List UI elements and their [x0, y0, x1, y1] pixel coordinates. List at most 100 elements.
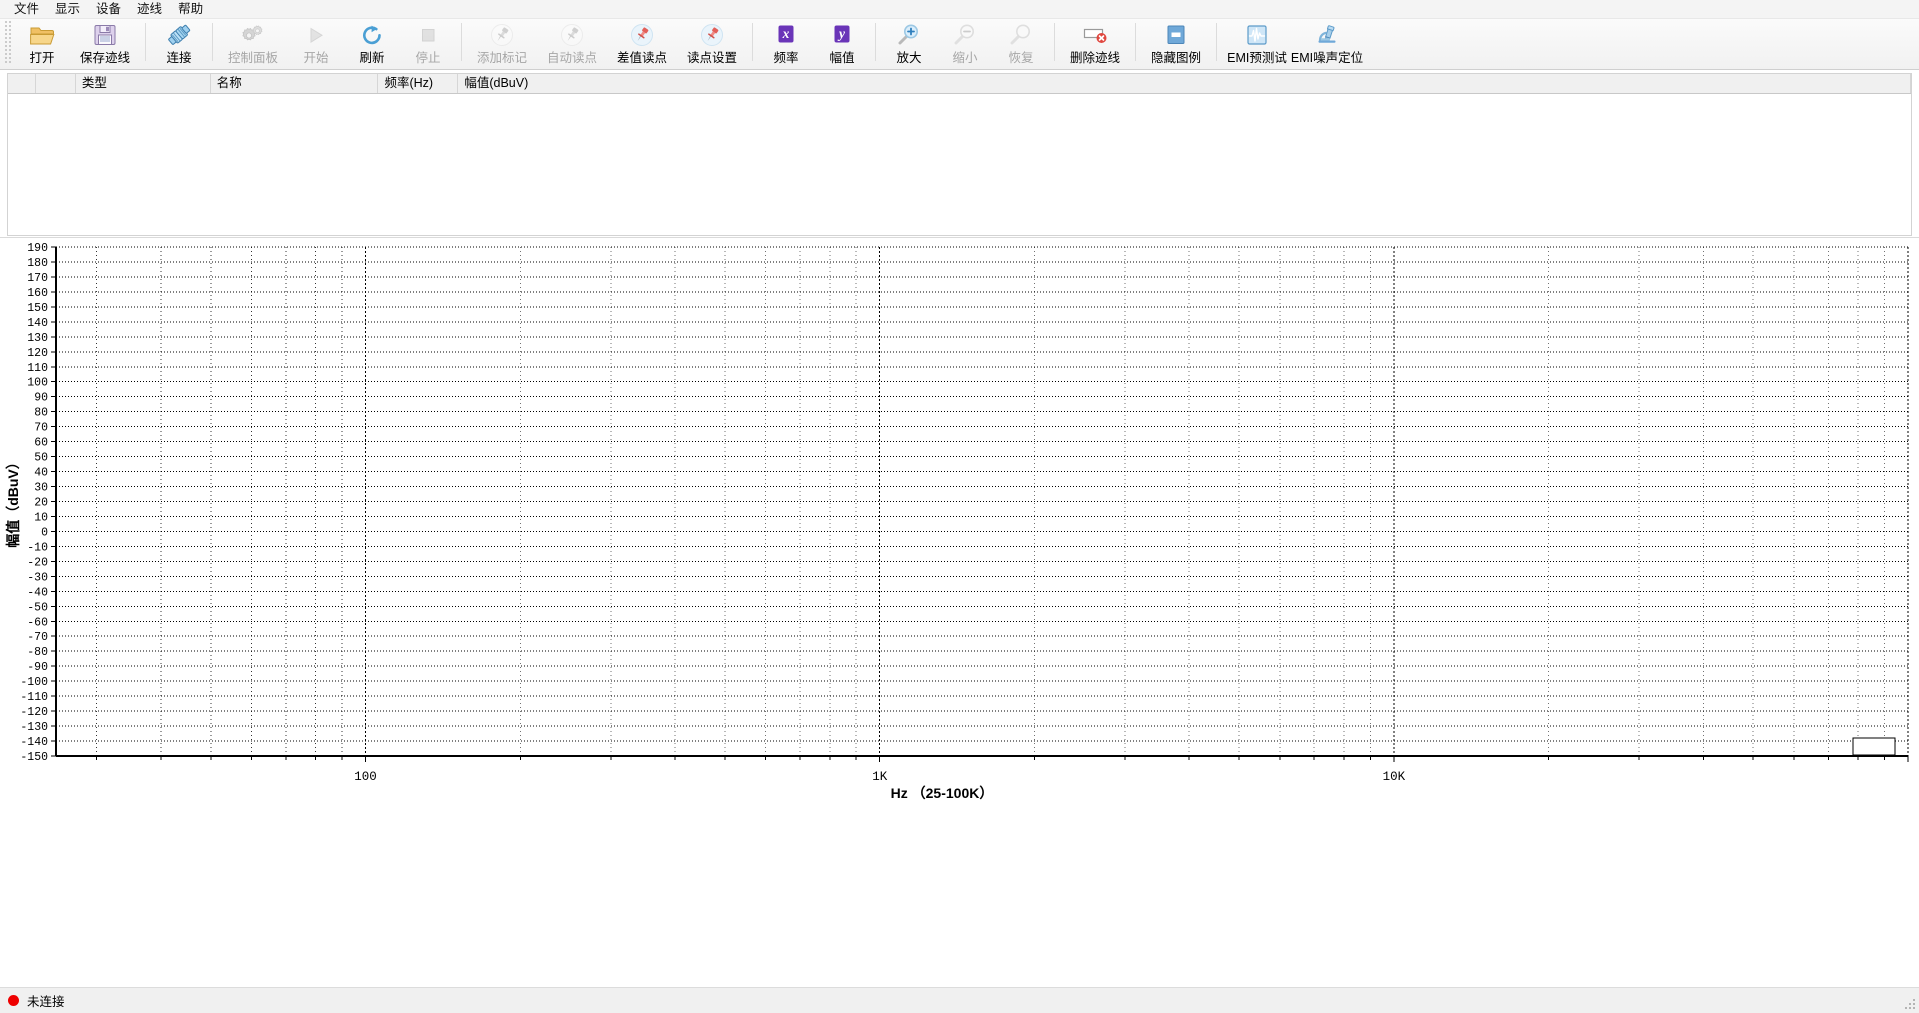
toolbar-button-gears: 控制面板: [218, 19, 288, 67]
toolbar-button-refresh[interactable]: 刷新: [344, 19, 400, 67]
svg-text:10: 10: [34, 511, 48, 524]
table-column-header[interactable]: 类型: [76, 74, 211, 93]
toolbar-button-label: 控制面板: [227, 51, 278, 65]
refresh-icon: [344, 22, 400, 48]
toolbar-button-label: 开始: [303, 51, 329, 65]
menu-trace[interactable]: 迹线: [129, 0, 170, 18]
toolbar-button-stop: 停止: [400, 19, 456, 67]
svg-text:70: 70: [34, 422, 48, 435]
svg-text:120: 120: [27, 347, 48, 360]
floppy-save-icon: [70, 22, 140, 48]
menu-help[interactable]: 帮助: [170, 0, 211, 18]
connection-status-indicator-icon: [8, 995, 19, 1006]
svg-text:150: 150: [27, 302, 48, 315]
svg-text:40: 40: [34, 467, 48, 480]
toolbar-button-label: EMI噪声定位: [1290, 51, 1364, 65]
svg-text:-150: -150: [20, 751, 48, 764]
toolbar-button-label: 放大: [896, 51, 922, 65]
toolbar-button-label: 连接: [166, 51, 192, 65]
toolbar-drag-grip[interactable]: [3, 21, 12, 65]
microscope-icon: [1292, 22, 1362, 48]
menu-file[interactable]: 文件: [6, 0, 47, 18]
table-column-header[interactable]: [36, 74, 76, 93]
svg-text:60: 60: [34, 437, 48, 450]
chart-ticks: [51, 246, 1909, 762]
svg-text:100: 100: [354, 770, 377, 784]
plug-connect-icon: [151, 22, 207, 48]
chart-gridlines: [56, 246, 1909, 757]
svg-text:-50: -50: [27, 601, 48, 614]
svg-text:30: 30: [34, 482, 48, 495]
svg-text:-120: -120: [20, 706, 48, 719]
svg-text:-140: -140: [20, 736, 48, 749]
svg-text:180: 180: [27, 257, 48, 270]
stop-icon: [400, 22, 456, 48]
toolbar-button-floppy-save[interactable]: 保存迹线: [70, 19, 140, 67]
svg-text:190: 190: [27, 242, 48, 255]
pin-grey-icon: [537, 22, 607, 48]
toolbar-separator: [1054, 23, 1055, 61]
menu-view[interactable]: 显示: [47, 0, 88, 18]
toolbar-button-play: 开始: [288, 19, 344, 67]
toolbar-button-label: 隐藏图例: [1150, 51, 1201, 65]
svg-text:10K: 10K: [1383, 770, 1406, 784]
table-header-row: 类型 名称 频率(Hz) 幅值(dBuV): [8, 74, 1911, 94]
svg-text:-90: -90: [27, 661, 48, 674]
toolbar-separator: [1135, 23, 1136, 61]
table-body[interactable]: [8, 94, 1911, 235]
toolbar-button-label: 恢复: [1008, 51, 1034, 65]
toolbar-button-pin-red[interactable]: 差值读点: [607, 19, 677, 67]
svg-text:-10: -10: [27, 541, 48, 554]
toolbar-button-axis-x[interactable]: x 频率: [758, 19, 814, 67]
svg-text:1K: 1K: [872, 770, 888, 784]
svg-text:130: 130: [27, 332, 48, 345]
toolbar-button-delete-trace[interactable]: 删除迹线: [1060, 19, 1130, 67]
resize-grip-icon[interactable]: [1903, 997, 1917, 1011]
toolbar-button-pin-red[interactable]: 读点设置: [677, 19, 747, 67]
toolbar-separator: [461, 23, 462, 61]
axis-x-icon: x: [758, 22, 814, 48]
toolbar-button-hide-legend[interactable]: 隐藏图例: [1141, 19, 1211, 67]
svg-text:-130: -130: [20, 721, 48, 734]
toolbar-button-folder-open[interactable]: 打开: [14, 19, 70, 67]
toolbar-button-microscope[interactable]: EMI噪声定位: [1290, 19, 1364, 67]
pin-grey-icon: [467, 22, 537, 48]
toolbar-button-axis-y[interactable]: y 幅值: [814, 19, 870, 67]
connection-status-label: 未连接: [27, 995, 65, 1009]
toolbar-button-zoom-in[interactable]: 放大: [881, 19, 937, 67]
svg-text:0: 0: [41, 526, 48, 539]
svg-text:50: 50: [34, 452, 48, 465]
toolbar-button-label: 缩小: [952, 51, 978, 65]
menu-bar: 文件 显示 设备 迹线 帮助: [0, 0, 1919, 19]
table-column-header[interactable]: 名称: [211, 74, 379, 93]
chart-canvas[interactable]: 1901801701601501401301201101009080706050…: [0, 238, 1919, 998]
gears-icon: [218, 22, 288, 48]
svg-text:y: y: [837, 26, 846, 41]
svg-text:80: 80: [34, 407, 48, 420]
play-icon: [288, 22, 344, 48]
chart-legend-box[interactable]: [1852, 737, 1896, 756]
toolbar-button-emi-pretest[interactable]: EMI预测试: [1222, 19, 1292, 67]
toolbar-button-zoom-out: 缩小: [937, 19, 993, 67]
svg-text:170: 170: [27, 272, 48, 285]
marker-list-panel[interactable]: 类型 名称 频率(Hz) 幅值(dBuV): [7, 73, 1912, 236]
table-column-header[interactable]: [8, 74, 36, 93]
table-column-header[interactable]: 频率(Hz): [378, 74, 459, 93]
zoom-reset-icon: [993, 22, 1049, 48]
spectrum-chart[interactable]: 190 180 170 160 150 140 130 120 110 100 90 80 70 60 50…: [0, 237, 1919, 998]
svg-text:140: 140: [27, 317, 48, 330]
menu-device[interactable]: 设备: [88, 0, 129, 18]
toolbar-button-pin-grey: 添加标记: [467, 19, 537, 67]
hide-legend-icon: [1141, 22, 1211, 48]
toolbar: 打开 保存迹线 连接 控制面板 开始 刷新 停止 添加标记 自动读点 差值读点 …: [0, 19, 1919, 70]
toolbar-button-plug-connect[interactable]: 连接: [151, 19, 207, 67]
svg-text:-60: -60: [27, 616, 48, 629]
table-column-header[interactable]: 幅值(dBuV): [458, 74, 1911, 93]
svg-text:-110: -110: [20, 691, 48, 704]
toolbar-button-label: EMI预测试: [1227, 51, 1287, 65]
toolbar-button-label: 读点设置: [686, 51, 737, 65]
svg-text:90: 90: [34, 392, 48, 405]
svg-text:-30: -30: [27, 571, 48, 584]
svg-text:-20: -20: [27, 556, 48, 569]
toolbar-button-label: 删除迹线: [1069, 51, 1120, 65]
